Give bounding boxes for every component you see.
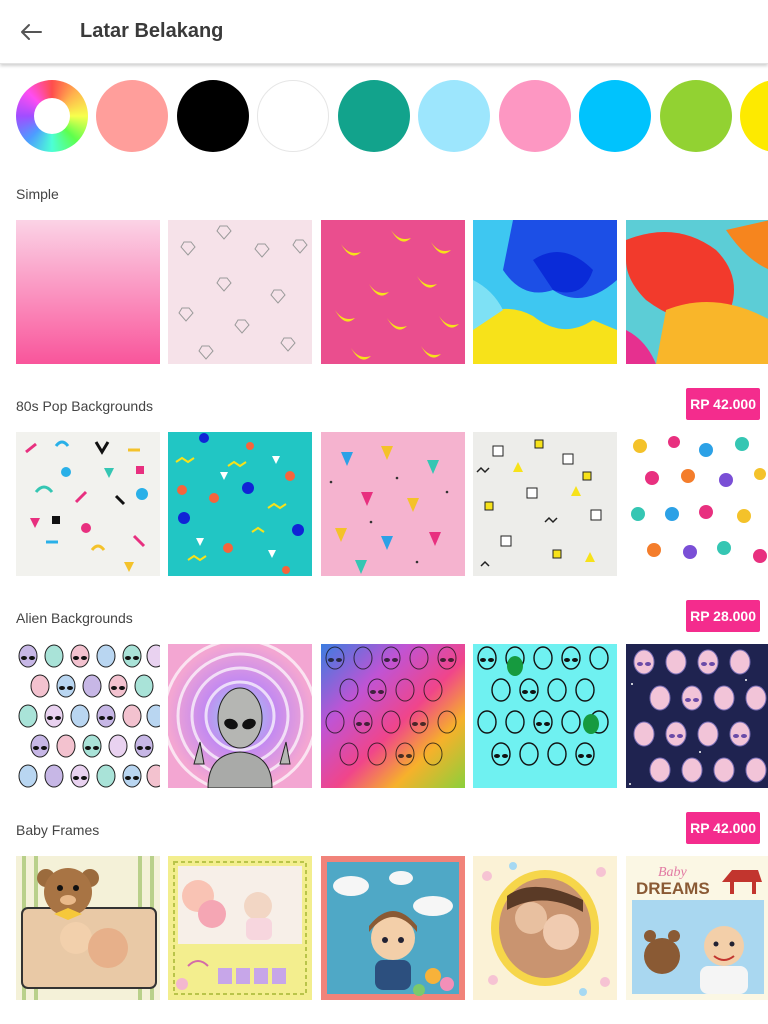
price-button[interactable]: RP 28.000 <box>686 600 760 632</box>
back-button[interactable] <box>14 16 50 48</box>
thumbnail-row <box>16 644 768 788</box>
pop-teal-dots-tile[interactable] <box>168 432 313 576</box>
pop-colorful-shapes-tile[interactable] <box>625 432 768 576</box>
swatch-pink[interactable] <box>498 80 571 152</box>
swatch-teal[interactable] <box>337 80 410 152</box>
swatch-lime[interactable] <box>659 80 732 152</box>
swatch-black[interactable] <box>176 80 249 152</box>
app-header: Latar Belakang <box>0 0 768 64</box>
section-title: Baby Frames <box>16 822 100 838</box>
pop-gray-cubes-tile[interactable] <box>473 432 618 576</box>
section-title: Alien Backgrounds <box>16 610 133 626</box>
swatch-light-blue[interactable] <box>418 80 491 152</box>
swatch-color-wheel[interactable] <box>16 80 88 152</box>
simple-bananas-tile[interactable] <box>320 220 465 364</box>
simple-red-paint-tile[interactable] <box>625 220 768 364</box>
swatch-white[interactable] <box>257 80 330 152</box>
thumbnail-row <box>16 220 768 364</box>
alien-psychedelic-tile[interactable] <box>168 644 313 788</box>
price-button[interactable]: RP 42.000 <box>686 388 760 420</box>
svg-text:DREAMS: DREAMS <box>636 879 710 898</box>
simple-diamonds-tile[interactable] <box>168 220 313 364</box>
svg-text:Baby: Baby <box>658 865 688 880</box>
alien-cyan-tile[interactable] <box>473 644 618 788</box>
swatch-yellow[interactable] <box>740 80 768 152</box>
simple-blue-paint-tile[interactable] <box>473 220 618 364</box>
section-title: Simple <box>16 186 59 202</box>
baby-clouds-frame-tile[interactable] <box>320 856 465 1000</box>
page-title: Latar Belakang <box>80 20 224 42</box>
arrow-left-icon <box>21 24 42 40</box>
baby-oval-frame-tile[interactable] <box>473 856 618 1000</box>
alien-rainbow-tile[interactable] <box>320 644 465 788</box>
baby-dreams-frame-tile[interactable]: Baby DREAMS <box>625 856 768 1000</box>
thumbnail-row <box>16 432 768 576</box>
simple-pink-gradient-tile[interactable] <box>16 220 160 364</box>
swatch-salmon[interactable] <box>96 80 169 152</box>
alien-pastel-heads-tile[interactable] <box>16 644 160 788</box>
baby-beautiful-frame-tile[interactable] <box>168 856 313 1000</box>
color-swatch-row <box>16 80 768 152</box>
pop-memphis-white-tile[interactable] <box>16 432 160 576</box>
alien-navy-tile[interactable] <box>625 644 768 788</box>
section-title: 80s Pop Backgrounds <box>16 398 153 414</box>
price-button[interactable]: RP 42.000 <box>686 812 760 844</box>
swatch-sky-blue[interactable] <box>579 80 652 152</box>
baby-teddy-frame-tile[interactable] <box>16 856 160 1000</box>
thumbnail-row: Baby DREAMS <box>16 856 768 1000</box>
pop-pink-triangles-tile[interactable] <box>320 432 465 576</box>
